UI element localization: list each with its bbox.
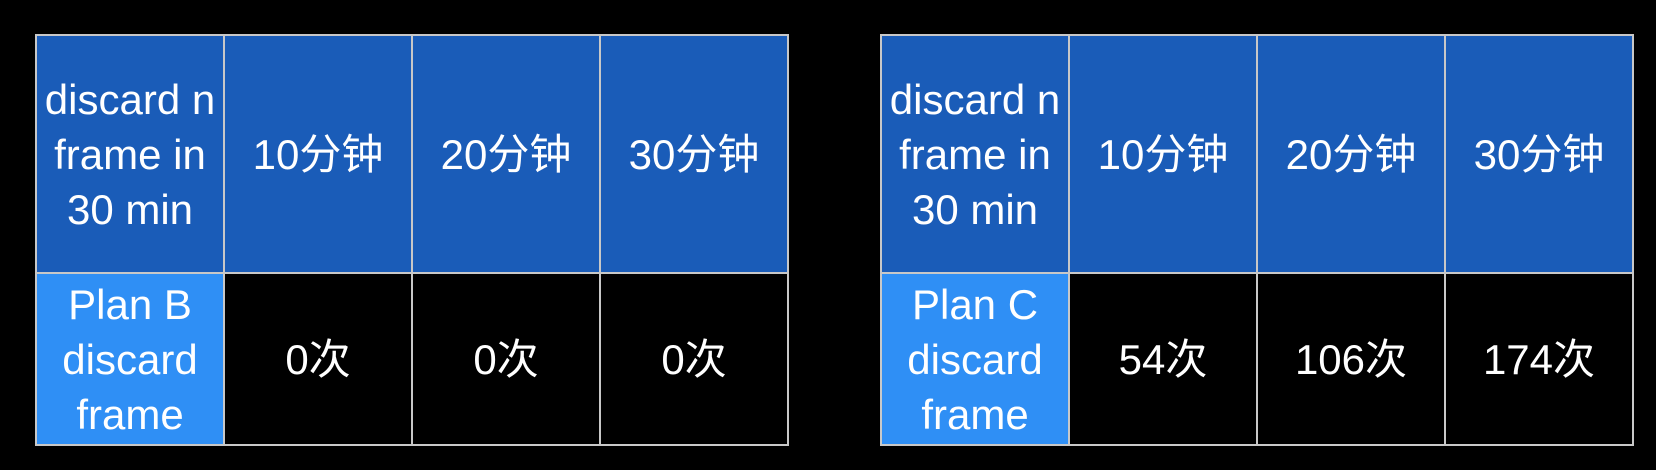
plan-c-row: Plan C discard frame 54次 106次 174次	[880, 272, 1634, 446]
column-header-20min: 20分钟	[1256, 34, 1446, 274]
plan-b-table: discard n frame in 30 min 10分钟 20分钟 30分钟…	[35, 34, 789, 446]
value-cell-20min: 0次	[411, 272, 601, 446]
corner-header-cell: discard n frame in 30 min	[35, 34, 225, 274]
column-header-10min: 10分钟	[223, 34, 413, 274]
value-cell-20min: 106次	[1256, 272, 1446, 446]
row-label-plan-b: Plan B discard frame	[35, 272, 225, 446]
column-header-20min: 20分钟	[411, 34, 601, 274]
header-row: discard n frame in 30 min 10分钟 20分钟 30分钟	[35, 34, 789, 274]
value-cell-10min: 0次	[223, 272, 413, 446]
column-header-30min: 30分钟	[1444, 34, 1634, 274]
plan-b-row: Plan B discard frame 0次 0次 0次	[35, 272, 789, 446]
plan-c-table: discard n frame in 30 min 10分钟 20分钟 30分钟…	[880, 34, 1634, 446]
row-label-plan-c: Plan C discard frame	[880, 272, 1070, 446]
value-cell-30min: 0次	[599, 272, 789, 446]
corner-header-cell: discard n frame in 30 min	[880, 34, 1070, 274]
value-cell-10min: 54次	[1068, 272, 1258, 446]
column-header-10min: 10分钟	[1068, 34, 1258, 274]
header-row: discard n frame in 30 min 10分钟 20分钟 30分钟	[880, 34, 1634, 274]
column-header-30min: 30分钟	[599, 34, 789, 274]
value-cell-30min: 174次	[1444, 272, 1634, 446]
